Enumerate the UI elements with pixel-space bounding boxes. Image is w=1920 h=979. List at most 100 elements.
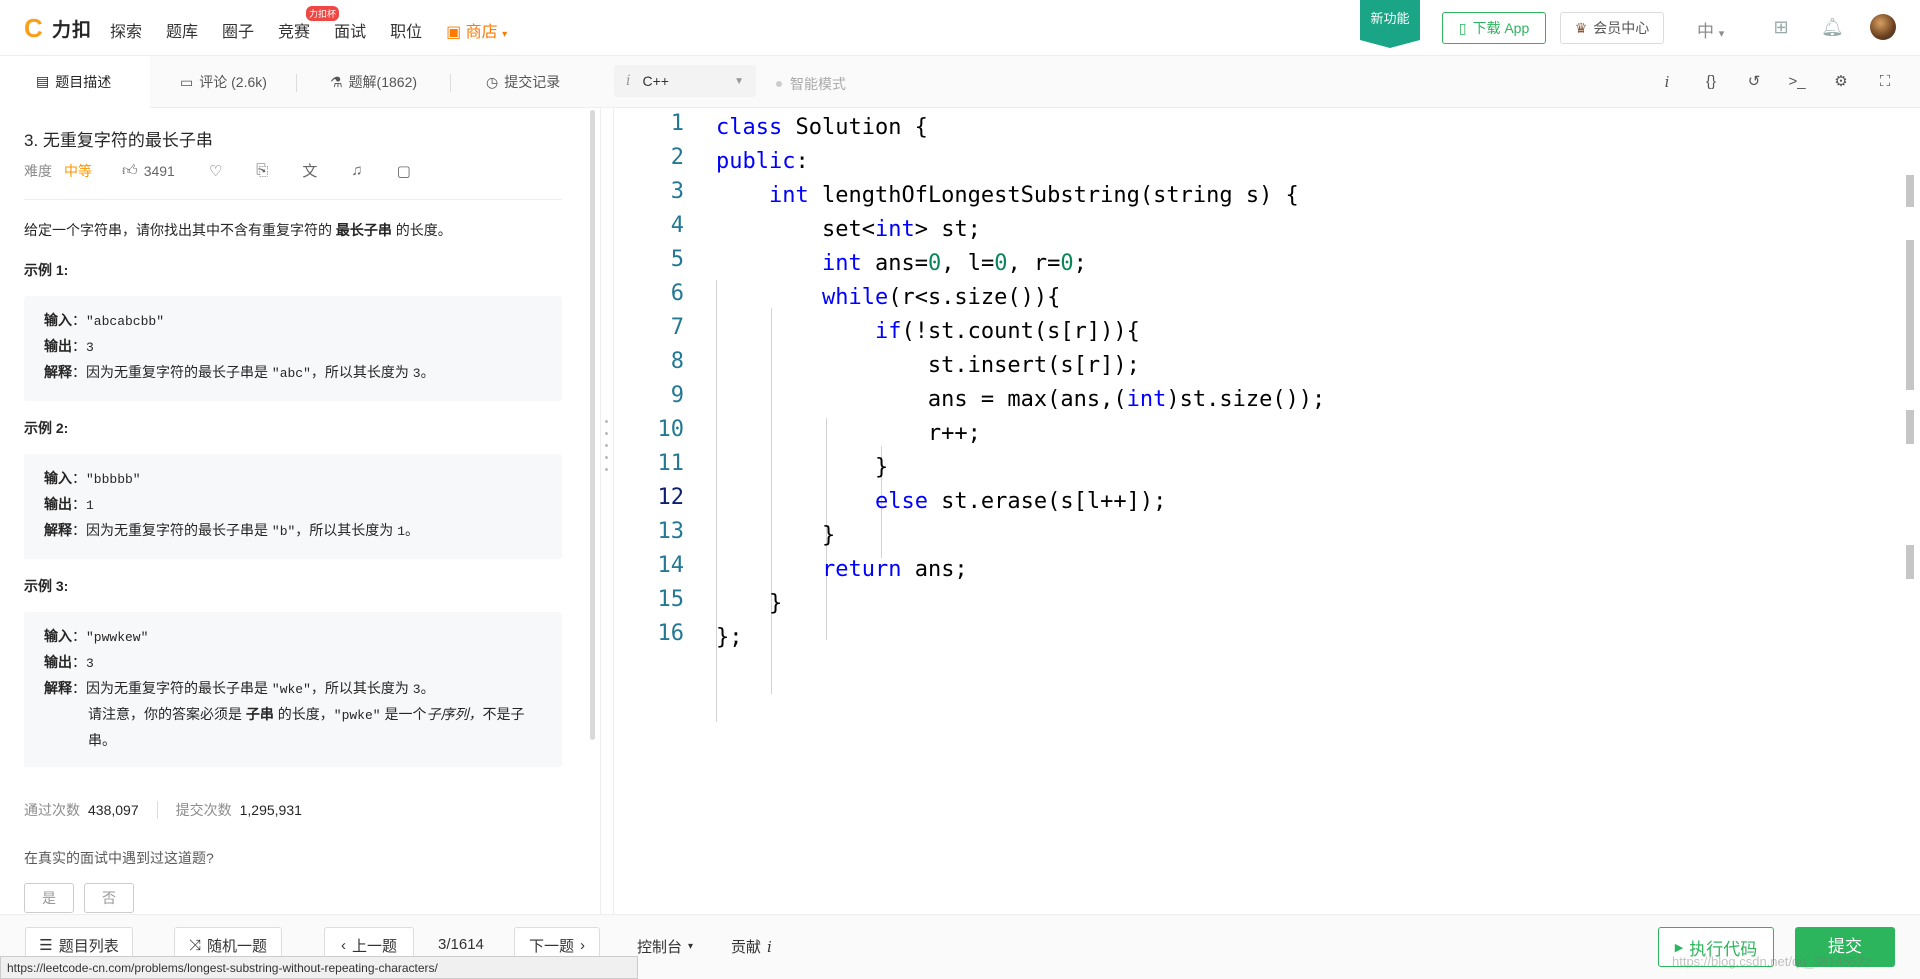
phone-icon: ▯ xyxy=(1458,19,1467,36)
tab-comments[interactable]: ▭ 评论 (2.6k) xyxy=(180,56,267,108)
code-line: public: xyxy=(716,149,809,174)
chevron-right-icon: › xyxy=(580,936,585,954)
clock-icon: ◷ xyxy=(486,73,499,90)
problem-title: 3. 无重复字符的最长子串 xyxy=(24,131,213,150)
translate-icon[interactable]: 文 xyxy=(302,160,317,181)
editor-scrollbar-marker[interactable] xyxy=(1906,545,1914,579)
share-icon[interactable]: ⎘ xyxy=(256,162,268,179)
prev-problem-label: 上一题 xyxy=(351,937,397,955)
code-line: else st.erase(s[l++]); xyxy=(874,489,1167,514)
code-line: } xyxy=(716,591,783,616)
line-number: 10 xyxy=(657,417,685,442)
left-scrollbar[interactable] xyxy=(590,110,595,740)
code-line: set<int> st; xyxy=(716,217,981,242)
line-number: 15 xyxy=(657,587,685,612)
example-3-box: 输入："pwwkew" 输出：3 解释：因为无重复字符的最长子串是 "wke"，… xyxy=(24,612,562,767)
vip-center-label: 会员中心 xyxy=(1593,20,1650,36)
contribute-button[interactable]: 贡献 i xyxy=(731,936,772,957)
feedback-icon[interactable]: ▢ xyxy=(397,162,411,180)
avatar[interactable] xyxy=(1870,14,1896,40)
comment-icon: ▭ xyxy=(180,73,194,90)
example-1-box: 输入："abcabcbb" 输出：3 解释：因为无重复字符的最长子串是 "abc… xyxy=(24,296,562,401)
nav-problemset[interactable]: 题库 xyxy=(166,18,198,42)
terminal-icon[interactable]: >_ xyxy=(1786,71,1808,93)
main-nav: 探索 题库 圈子 竞赛 力扣杯 面试 职位 ▣ 商店 ▾ xyxy=(110,6,531,42)
logo[interactable]: C 力扣 xyxy=(24,14,92,42)
reset-icon[interactable]: ↺ xyxy=(1743,71,1765,93)
tab-description[interactable]: ▤ 题目描述 xyxy=(0,56,150,108)
problem-stats: 通过次数 438,097 提交次数 1,295,931 xyxy=(24,800,302,820)
divider xyxy=(24,199,562,200)
bell-icon[interactable]: 🔔︎ xyxy=(1821,16,1844,38)
line-number: 9 xyxy=(670,383,684,408)
console-toggle[interactable]: 控制台 ▾ xyxy=(637,936,693,957)
download-app-button[interactable]: ▯ 下载 App xyxy=(1442,12,1546,44)
vip-center-button[interactable]: ♛ 会员中心 xyxy=(1560,12,1664,44)
code-line: return ans; xyxy=(821,557,968,582)
nav-shop-label: 商店 xyxy=(465,24,498,41)
tab-comments-label: 评论 (2.6k) xyxy=(199,74,267,90)
line-number: 1 xyxy=(670,111,684,136)
code-line: while(r<s.size()){ xyxy=(821,285,1061,310)
language-select[interactable]: i C++ ▼ xyxy=(614,65,756,97)
code-line: st.insert(s[r]); xyxy=(716,353,1140,378)
tab-solutions-label: 题解(1862) xyxy=(348,74,418,90)
playground-icon[interactable]: ⊞ xyxy=(1770,16,1792,38)
chevron-down-icon: ▼ xyxy=(734,75,744,87)
difficulty-badge: 中等 xyxy=(64,162,92,179)
nav-contest[interactable]: 竞赛 力扣杯 xyxy=(278,6,340,42)
new-feature-ribbon[interactable]: 新功能 xyxy=(1360,0,1420,48)
code-line: }; xyxy=(716,625,743,650)
editor-scrollbar-marker[interactable] xyxy=(1906,410,1914,444)
thumbs-up-icon[interactable]: 👍︎ xyxy=(122,162,138,180)
nav-explore[interactable]: 探索 xyxy=(110,18,142,42)
editor-scrollbar-marker[interactable] xyxy=(1906,175,1914,207)
tab-description-label: 题目描述 xyxy=(55,73,112,90)
download-app-label: 下载 App xyxy=(1472,20,1530,36)
document-icon: ▤ xyxy=(36,73,50,89)
nav-circle[interactable]: 圈子 xyxy=(222,18,254,42)
line-number: 6 xyxy=(670,281,684,306)
tab-submissions[interactable]: ◷ 提交记录 xyxy=(486,56,560,108)
smart-mode-toggle[interactable]: 智能模式 xyxy=(776,74,846,94)
problem-meta: 难度 中等 👍︎ 3491 ♡ ⎘ 文 ♫ ▢ xyxy=(24,160,411,181)
no-button[interactable]: 否 xyxy=(84,883,134,913)
code-line: class Solution { xyxy=(716,115,928,140)
line-number: 11 xyxy=(657,451,685,476)
language-switch[interactable]: 中 ▾ xyxy=(1697,17,1724,42)
code-editor[interactable]: 1 class Solution { 2 public: 3 int lengt… xyxy=(614,108,1920,914)
editor-scrollbar-marker[interactable] xyxy=(1906,240,1914,390)
problem-description-panel: 3. 无重复字符的最长子串 难度 中等 👍︎ 3491 ♡ ⎘ 文 ♫ ▢ 给定… xyxy=(0,108,600,914)
problem-statement: 给定一个字符串，请你找出其中不含有重复字符的 最长子串 的长度。 xyxy=(24,222,452,238)
nav-contest-label: 竞赛 xyxy=(278,24,311,41)
settings-gear-icon[interactable]: ⚙ xyxy=(1830,71,1852,93)
contribute-label: 贡献 xyxy=(731,939,762,956)
difficulty-label: 难度 xyxy=(24,162,52,179)
nav-interview[interactable]: 面试 xyxy=(334,18,366,42)
nav-jobs[interactable]: 职位 xyxy=(390,18,422,42)
line-number: 7 xyxy=(670,315,684,340)
example-1-label: 示例 1: xyxy=(24,262,69,278)
chevron-left-icon: ‹ xyxy=(340,936,346,954)
tab-solutions[interactable]: ⚗ 题解(1862) xyxy=(330,56,417,108)
bell-icon[interactable]: ♫ xyxy=(351,162,362,179)
likes-count: 3491 xyxy=(143,162,175,179)
chevron-down-icon: ▾ xyxy=(688,941,694,952)
panel-splitter[interactable] xyxy=(600,108,614,914)
format-braces-icon[interactable]: {} xyxy=(1700,71,1722,93)
next-problem-label: 下一题 xyxy=(528,937,574,955)
problem-tabs: ▤ 题目描述 ▭ 评论 (2.6k) ⚗ 题解(1862) ◷ 提交记录 xyxy=(0,56,600,108)
language-label: 中 xyxy=(1697,22,1714,41)
info-icon[interactable]: i xyxy=(1656,71,1678,93)
nav-shop[interactable]: ▣ 商店 ▾ xyxy=(446,18,507,42)
submitted-label: 提交次数 xyxy=(175,802,232,818)
heart-icon[interactable]: ♡ xyxy=(209,162,222,180)
example-2-label: 示例 2: xyxy=(24,420,69,436)
code-line: r++; xyxy=(716,421,981,446)
code-line: if(!st.count(s[r])){ xyxy=(874,319,1140,344)
line-number: 2 xyxy=(670,145,684,170)
yes-button[interactable]: 是 xyxy=(24,883,74,913)
language-select-value: C++ xyxy=(642,73,669,89)
fullscreen-icon[interactable]: ⛶ xyxy=(1874,71,1896,93)
tab-submissions-label: 提交记录 xyxy=(504,74,561,90)
